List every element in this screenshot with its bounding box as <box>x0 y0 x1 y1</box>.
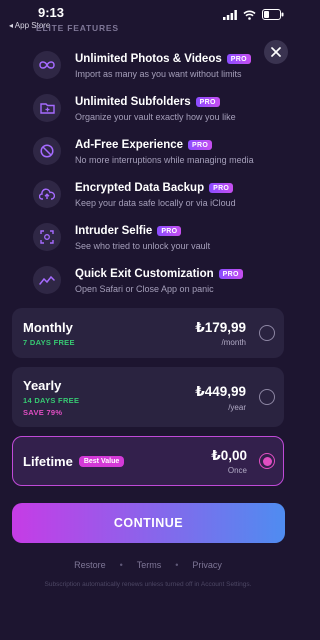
feature-title: Quick Exit Customization PRO <box>75 268 243 280</box>
terms-link[interactable]: Terms <box>137 560 162 570</box>
feature-title: Ad-Free Experience PRO <box>75 139 213 151</box>
feature-title: Intruder Selfie PRO <box>75 225 182 237</box>
feature-description: See who tried to unlock your vault <box>75 241 211 251</box>
pro-badge: PRO <box>226 54 251 64</box>
plan-lifetime[interactable]: Lifetime Best Value ₺0,00 Once <box>12 436 284 486</box>
section-label: ELITE FEATURES <box>36 23 119 33</box>
trial-label: 7 DAYS FREE <box>23 338 75 347</box>
plan-price: ₺0,00 <box>211 448 247 463</box>
plan-radio[interactable] <box>259 389 275 405</box>
restore-link[interactable]: Restore <box>74 560 106 570</box>
feature-intruder-selfie: Intruder Selfie PRO See who tried to unlo… <box>0 220 296 260</box>
feature-description: Import as many as you want without limit… <box>75 69 242 79</box>
feature-ad-free: Ad-Free Experience PRO No more interrupti… <box>0 134 296 174</box>
camera-scan-icon <box>33 223 61 251</box>
plan-radio[interactable] <box>259 325 275 341</box>
battery-icon <box>262 9 284 20</box>
feature-description: Open Safari or Close App on panic <box>75 284 214 294</box>
folder-plus-icon <box>33 94 61 122</box>
feature-description: Keep your data safe locally or via iClou… <box>75 198 236 208</box>
plan-price: ₺179,99 <box>195 320 246 335</box>
cloud-upload-icon <box>33 180 61 208</box>
footer-links: Restore • Terms • Privacy <box>0 560 296 570</box>
pro-badge: PRO <box>195 97 220 107</box>
plan-period: /month <box>221 338 246 347</box>
feature-description: No more interruptions while managing med… <box>75 155 254 165</box>
feature-unlimited-photos: Unlimited Photos & Videos PRO Import as m… <box>0 48 296 88</box>
pro-badge: PRO <box>157 226 182 236</box>
feature-title: Unlimited Subfolders PRO <box>75 96 220 108</box>
privacy-link[interactable]: Privacy <box>192 560 222 570</box>
infinity-icon <box>33 51 61 79</box>
plan-name: Lifetime <box>23 454 73 469</box>
exit-wave-icon <box>33 266 61 294</box>
feature-unlimited-subfolders: Unlimited Subfolders PRO Organize your va… <box>0 91 296 131</box>
pro-badge: PRO <box>188 140 213 150</box>
feature-title: Encrypted Data Backup PRO <box>75 182 234 194</box>
renewal-note: Subscription automatically renews unless… <box>44 581 252 588</box>
separator-dot: • <box>119 560 123 570</box>
feature-description: Organize your vault exactly how you like <box>75 112 236 122</box>
feature-quick-exit: Quick Exit Customization PRO Open Safari … <box>0 263 296 303</box>
plan-name: Monthly <box>23 320 73 335</box>
pro-badge: PRO <box>209 183 234 193</box>
plan-period: /year <box>228 403 246 412</box>
trial-label: 14 DAYS FREE <box>23 396 80 405</box>
system-icons <box>223 9 284 20</box>
plan-name: Yearly <box>23 378 62 393</box>
signal-icon <box>223 9 237 20</box>
plan-radio-selected[interactable] <box>259 453 275 469</box>
feature-title: Unlimited Photos & Videos PRO <box>75 53 251 65</box>
clock: 9:13 <box>38 5 65 20</box>
best-value-badge: Best Value <box>78 456 125 467</box>
no-ads-icon <box>33 137 61 165</box>
feature-encrypted-backup: Encrypted Data Backup PRO Keep your data … <box>0 177 296 217</box>
continue-button[interactable]: CONTINUE <box>12 503 285 543</box>
plan-name-row: Lifetime Best Value <box>23 454 125 469</box>
savings-label: SAVE 79% <box>23 408 63 417</box>
plan-period: Once <box>227 466 247 475</box>
plan-price: ₺449,99 <box>195 384 246 399</box>
plan-yearly[interactable]: Yearly 14 DAYS FREE SAVE 79% ₺449,99 /ye… <box>12 367 284 427</box>
separator-dot: • <box>175 560 179 570</box>
plan-monthly[interactable]: Monthly 7 DAYS FREE ₺179,99 /month <box>12 308 284 358</box>
wifi-icon <box>243 10 256 20</box>
pro-badge: PRO <box>218 269 243 279</box>
